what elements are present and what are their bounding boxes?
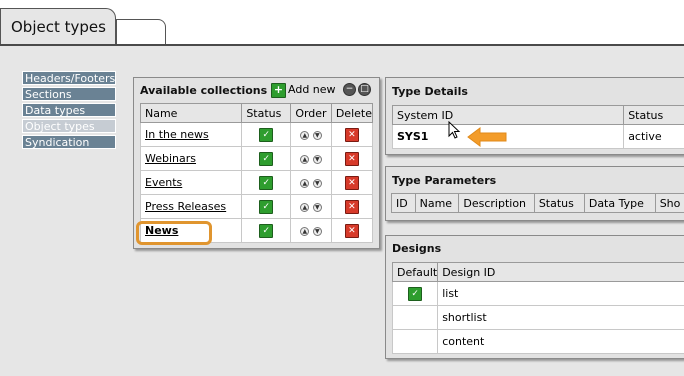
status-check-icon[interactable]: ✓ xyxy=(259,199,274,214)
collection-link[interactable]: Events xyxy=(145,176,182,189)
add-icon[interactable]: + xyxy=(271,83,286,98)
delete-icon[interactable]: ✕ xyxy=(344,223,359,238)
add-new-button[interactable]: Add new xyxy=(288,83,336,96)
type-parameters-table: ID Name Description Status Data Type Sho xyxy=(391,193,684,213)
design-id-value: shortlist xyxy=(437,305,684,330)
designs-panel: Designs Default Design ID ✓ list shortli… xyxy=(385,235,684,359)
column-header-default[interactable]: Default xyxy=(391,262,439,282)
column-header-design-id[interactable]: Design ID xyxy=(437,262,684,282)
column-header-status[interactable]: Status xyxy=(623,105,684,125)
status-check-icon[interactable]: ✓ xyxy=(259,127,274,142)
table-row: Events ✓ ▲ ▼ ✕ xyxy=(139,170,374,195)
collections-panel: Available collections + Add new − □ Name… xyxy=(133,77,380,249)
move-up-icon[interactable]: ▲ xyxy=(300,226,310,236)
tab-secondary[interactable] xyxy=(116,19,166,45)
collection-link[interactable]: In the news xyxy=(145,128,209,141)
highlight-outline xyxy=(136,221,212,245)
system-id-value: SYS1 xyxy=(391,124,625,149)
nav-item-syndication[interactable]: Syndication xyxy=(22,135,116,149)
move-down-icon[interactable]: ▼ xyxy=(312,226,322,236)
table-row: shortlist xyxy=(391,305,684,330)
collection-link[interactable]: Press Releases xyxy=(145,200,226,213)
table-row: content xyxy=(391,329,684,354)
table-row: ✓ list xyxy=(391,281,684,306)
move-down-icon[interactable]: ▼ xyxy=(312,202,322,212)
column-header-data-type[interactable]: Data Type xyxy=(583,193,656,213)
nav-item-headers-footers[interactable]: Headers/Footers xyxy=(22,71,116,85)
column-header-name[interactable]: Name xyxy=(139,103,243,123)
table-row: Press Releases ✓ ▲ ▼ ✕ xyxy=(139,194,374,219)
column-header-order[interactable]: Order xyxy=(290,103,332,123)
collection-link[interactable]: Webinars xyxy=(145,152,196,165)
maximize-icon[interactable]: □ xyxy=(358,83,371,96)
move-up-icon[interactable]: ▲ xyxy=(300,130,310,140)
column-header-show[interactable]: Sho xyxy=(654,193,684,213)
design-id-value: content xyxy=(437,329,684,354)
table-row: In the news ✓ ▲ ▼ ✕ xyxy=(139,122,374,147)
default-check-icon[interactable]: ✓ xyxy=(408,286,423,301)
delete-icon[interactable]: ✕ xyxy=(344,199,359,214)
status-check-icon[interactable]: ✓ xyxy=(259,175,274,190)
default-cell[interactable] xyxy=(391,329,439,354)
type-details-panel: Type Details System ID Status SYS1 activ… xyxy=(385,77,684,155)
designs-title: Designs xyxy=(392,242,442,255)
default-cell[interactable] xyxy=(391,305,439,330)
type-details-title: Type Details xyxy=(392,85,468,98)
tab-strip: Object types xyxy=(0,0,684,46)
designs-table: Default Design ID ✓ list shortlist conte… xyxy=(391,262,684,354)
type-parameters-panel: Type Parameters ID Name Description Stat… xyxy=(385,166,684,221)
table-row: SYS1 active xyxy=(391,124,684,149)
column-header-id[interactable]: ID xyxy=(391,193,416,213)
status-check-icon[interactable]: ✓ xyxy=(259,151,274,166)
type-details-table: System ID Status SYS1 active xyxy=(391,105,684,149)
column-header-system-id[interactable]: System ID xyxy=(391,105,625,125)
column-header-delete[interactable]: Delete xyxy=(330,103,374,123)
collapse-icon[interactable]: − xyxy=(343,83,356,96)
column-header-name[interactable]: Name xyxy=(414,193,460,213)
move-down-icon[interactable]: ▼ xyxy=(312,178,322,188)
cursor-icon xyxy=(448,121,461,139)
nav-item-object-types[interactable]: Object types xyxy=(22,119,116,133)
nav-item-data-types[interactable]: Data types xyxy=(22,103,116,117)
delete-icon[interactable]: ✕ xyxy=(344,127,359,142)
move-up-icon[interactable]: ▲ xyxy=(300,154,310,164)
move-up-icon[interactable]: ▲ xyxy=(300,202,310,212)
tab-object-types[interactable]: Object types xyxy=(0,8,116,44)
column-header-description[interactable]: Description xyxy=(458,193,535,213)
delete-icon[interactable]: ✕ xyxy=(344,151,359,166)
move-down-icon[interactable]: ▼ xyxy=(312,130,322,140)
collections-title: Available collections xyxy=(140,84,268,97)
column-header-status[interactable]: Status xyxy=(533,193,585,213)
status-check-icon[interactable]: ✓ xyxy=(259,223,274,238)
table-row: Webinars ✓ ▲ ▼ ✕ xyxy=(139,146,374,171)
status-value: active xyxy=(623,124,684,149)
column-header-status[interactable]: Status xyxy=(241,103,292,123)
move-up-icon[interactable]: ▲ xyxy=(300,178,310,188)
type-parameters-title: Type Parameters xyxy=(392,174,497,187)
nav-item-sections[interactable]: Sections xyxy=(22,87,116,101)
delete-icon[interactable]: ✕ xyxy=(344,175,359,190)
pointer-arrow-icon xyxy=(467,127,507,147)
move-down-icon[interactable]: ▼ xyxy=(312,154,322,164)
design-id-value: list xyxy=(437,281,684,306)
